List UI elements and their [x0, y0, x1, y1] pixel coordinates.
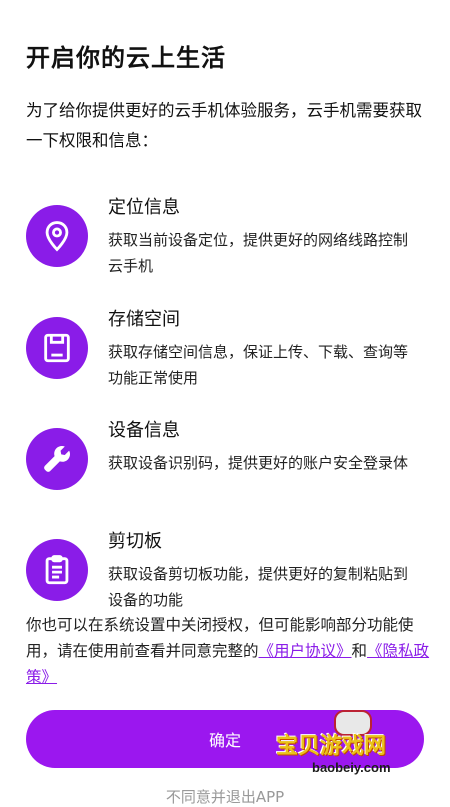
permission-desc: 获取设备识别码，提供更好的账户安全登录体: [108, 454, 409, 472]
consent-connector: 和: [351, 642, 368, 660]
intro-text: 为了给你提供更好的云手机体验服务，云手机需要获取一下权限和信息：: [26, 101, 422, 150]
permission-desc: 获取存储空间信息，保证上传、下载、查询等功能正常使用: [108, 343, 409, 387]
location-icon: [26, 205, 88, 267]
storage-icon: [26, 317, 88, 379]
permission-title: 存储空间: [108, 309, 180, 330]
permission-desc: 获取设备剪切板功能，提供更好的复制粘贴到设备的功能: [108, 565, 409, 609]
decline-button[interactable]: 不同意并退出APP: [0, 786, 450, 807]
user-agreement-link[interactable]: 《用户协议》: [259, 642, 352, 660]
permission-title: 定位信息: [108, 197, 180, 218]
permission-title: 剪切板: [108, 531, 162, 552]
permission-desc: 获取当前设备定位，提供更好的网络线路控制云手机: [108, 231, 409, 275]
consent-text: 你也可以在系统设置中关闭授权，但可能影响部分功能使用，请在使用前查看并同意完整的…: [26, 612, 430, 690]
page-title: 开启你的云上生活: [26, 44, 226, 72]
permission-title: 设备信息: [108, 420, 180, 441]
confirm-button[interactable]: 确定: [26, 710, 424, 768]
wrench-icon: [26, 428, 88, 490]
clipboard-icon: [26, 539, 88, 601]
